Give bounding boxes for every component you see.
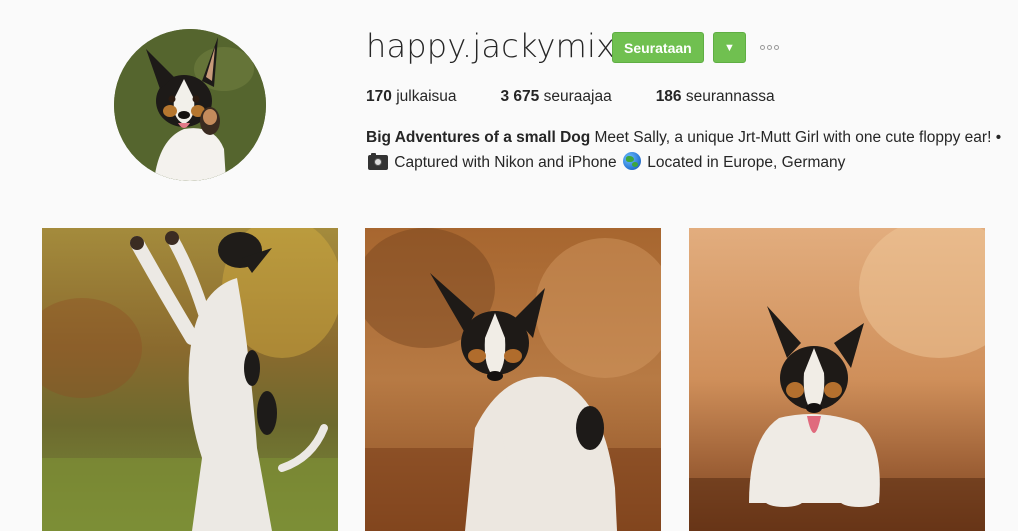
more-options-button[interactable]	[760, 38, 779, 56]
globe-icon	[622, 152, 641, 170]
bio-text-3: Located in Europe, Germany	[642, 154, 846, 171]
bio-name: Big Adventures of a small Dog	[366, 129, 591, 146]
chevron-down-icon: ▼	[724, 41, 735, 54]
following-count: 186	[655, 88, 682, 105]
post-thumbnail[interactable]	[42, 228, 338, 531]
following-label: seurannassa	[685, 88, 775, 105]
bio-text-2: Captured with Nikon and iPhone	[390, 154, 621, 171]
followers-label: seuraajaa	[543, 88, 612, 105]
dog-sitting-paw-raised-photo	[365, 228, 661, 531]
camera-icon	[368, 153, 388, 170]
ellipsis-icon	[774, 44, 779, 50]
bio-text-1: Meet Sally, a unique Jrt-Mutt Girl with …	[590, 129, 1002, 146]
dog-lying-in-leaves-photo	[689, 228, 985, 531]
followers-count: 3 675	[500, 88, 540, 105]
posts-count: 170	[366, 88, 392, 105]
post-thumbnail[interactable]	[365, 228, 661, 531]
profile-avatar[interactable]	[114, 29, 266, 181]
posts-stat: 170 julkaisua	[366, 88, 457, 106]
following-button[interactable]: Seurataan	[612, 32, 704, 63]
following-stat[interactable]: 186 seurannassa	[656, 88, 775, 106]
profile-stats: 170 julkaisua 3 675 seuraajaa 186 seuran…	[366, 88, 819, 106]
dog-jumping-photo	[42, 228, 338, 531]
followers-stat[interactable]: 3 675 seuraajaa	[501, 88, 612, 106]
profile-bio: Big Adventures of a small Dog Meet Sally…	[366, 125, 1006, 175]
ellipsis-icon	[767, 44, 772, 50]
post-thumbnail[interactable]	[689, 228, 985, 531]
dog-avatar-icon	[114, 29, 266, 181]
posts-label: julkaisua	[396, 88, 457, 105]
username: happy.jackymix	[366, 27, 616, 65]
suggestions-dropdown-button[interactable]: ▼	[713, 32, 746, 63]
ellipsis-icon	[760, 44, 765, 50]
